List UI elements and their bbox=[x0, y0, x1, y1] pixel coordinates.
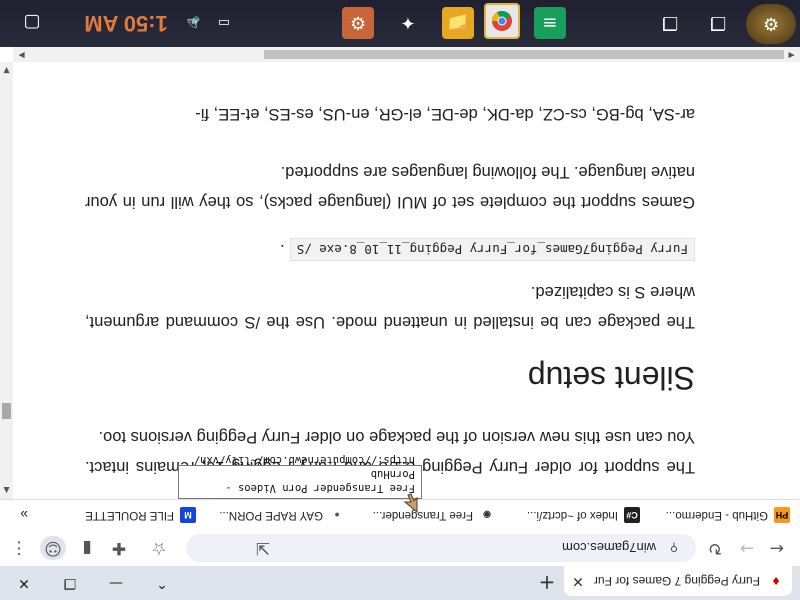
minimize-button[interactable]: — bbox=[93, 566, 139, 600]
code-snippet: Furry Pegging7Games_for_Furry Pegging_11… bbox=[289, 238, 695, 261]
extensions-icon[interactable]: ✚ bbox=[106, 536, 132, 560]
csharp-icon: C# bbox=[624, 507, 640, 523]
tab-search-icon[interactable]: ⇲ bbox=[256, 538, 270, 558]
paragraph-mui: Games support the complete set of MUI (l… bbox=[85, 163, 695, 211]
vertical-scroll-thumb[interactable] bbox=[2, 403, 11, 419]
screen: ♦ Furry Pegging 7 Games for Fur ✕ + ⌃ — … bbox=[0, 0, 800, 600]
battery-icon[interactable]: ▭ bbox=[208, 7, 240, 39]
close-window-button[interactable]: ✕ bbox=[1, 566, 47, 600]
bookmark-star-icon[interactable]: ☆ bbox=[146, 536, 172, 560]
bookmark-label: Free Transgender... bbox=[372, 509, 473, 521]
active-tab[interactable]: ♦ Furry Pegging 7 Games for Fur ✕ bbox=[564, 566, 792, 596]
bookmark-label: FILE ROULETTE bbox=[85, 509, 174, 521]
taskbar-clock[interactable]: 1:50 AM bbox=[76, 9, 176, 37]
pornhub-icon: PH bbox=[774, 507, 790, 523]
mouse-cursor-icon bbox=[403, 493, 418, 514]
new-tab-button[interactable]: + bbox=[534, 570, 560, 596]
reload-button[interactable]: ↻ bbox=[702, 536, 728, 560]
bookmark-label: GAY RAPE PORN... bbox=[219, 509, 323, 521]
app-window-icon[interactable]: ❐ bbox=[702, 7, 734, 39]
scroll-down-icon[interactable]: ▼ bbox=[0, 66, 13, 75]
restore-button[interactable]: ❐ bbox=[47, 566, 93, 600]
forward-button[interactable]: → bbox=[734, 536, 760, 560]
vertical-scrollbar[interactable]: ▲ ▼ bbox=[0, 62, 13, 499]
link-tooltip: Free Transgender Porn Videos - PornHub h… bbox=[178, 454, 422, 499]
back-button[interactable]: ← bbox=[764, 536, 790, 560]
chrome-icon[interactable] bbox=[484, 3, 520, 39]
bookmark-file-roulette[interactable]: M FILE ROULETTE bbox=[85, 505, 196, 525]
navigation-toolbar: ← → ↻ ⚲ ⇲ ☆ ✚ ▮ ☺ ⋮ bbox=[0, 530, 800, 566]
section-heading: Silent setup bbox=[527, 360, 695, 396]
scroll-left-icon[interactable]: ◀ bbox=[785, 51, 798, 60]
site-info-icon[interactable]: ⚲ bbox=[666, 540, 682, 556]
tooltip-title: Free Transgender Porn Videos - PornHub bbox=[225, 468, 415, 494]
scroll-up-icon[interactable]: ▲ bbox=[0, 486, 13, 495]
globe-icon: ● bbox=[334, 510, 340, 520]
tab-title: Furry Pegging 7 Games for Fur bbox=[593, 574, 760, 588]
chat-app-icon[interactable]: ≡ bbox=[534, 7, 566, 39]
horizontal-scrollbar[interactable]: ◀ ▶ bbox=[13, 47, 800, 62]
menu-icon[interactable]: ⋮ bbox=[6, 536, 32, 560]
code-suffix: . bbox=[279, 241, 285, 259]
bookmark-label: GitHub - Endermo... bbox=[665, 509, 768, 521]
site-icon: ◉ bbox=[483, 510, 491, 521]
code-line: Furry Pegging7Games_for_Furry Pegging_11… bbox=[85, 235, 695, 265]
start-button[interactable]: ⚙ bbox=[746, 4, 796, 44]
tooltip-url: https://computernewb.com/~lily/vxh/ bbox=[193, 454, 415, 466]
volume-icon[interactable]: 🔈 bbox=[176, 7, 208, 39]
sidebar-icon[interactable]: ▮ bbox=[74, 536, 100, 560]
bookmark-free-transgender[interactable]: ◉ Free Transgender... bbox=[373, 505, 495, 525]
scroll-right-icon[interactable]: ▶ bbox=[15, 51, 28, 60]
chrome-logo-icon bbox=[491, 10, 512, 31]
page-content: The support for older Furry Pegging 8.1/… bbox=[13, 62, 800, 499]
bookmark-github[interactable]: PH GitHub - Endermo... bbox=[666, 505, 790, 525]
article: The support for older Furry Pegging 8.1/… bbox=[85, 99, 695, 482]
tab-close-icon[interactable]: ✕ bbox=[568, 573, 588, 589]
url-input[interactable] bbox=[294, 539, 658, 557]
file-explorer-icon[interactable]: 📁 bbox=[442, 7, 474, 39]
settings-gear-icon[interactable]: ⚙ bbox=[342, 7, 374, 39]
bookmark-gay[interactable]: ● GAY RAPE PORN... bbox=[219, 505, 345, 525]
network-app-icon[interactable]: ✦ bbox=[392, 7, 424, 39]
tab-strip: ♦ Furry Pegging 7 Games for Fur ✕ + ⌃ — … bbox=[0, 566, 800, 600]
taskbar: ⚙ ❐ ❐ ≡ 📁 ✦ ⚙ ▭ 🔈 1:50 AM ▢ bbox=[0, 0, 800, 47]
paragraph-languages: ar-SA, bg-BG, cs-CZ, da-DK, de-DE, el-GR… bbox=[195, 105, 695, 123]
collapse-tabs-button[interactable]: ⌃ bbox=[139, 566, 185, 600]
horizontal-scroll-thumb[interactable] bbox=[264, 50, 784, 59]
paragraph-silent: The package can be installed in unattend… bbox=[85, 283, 695, 331]
address-bar[interactable]: ⚲ ⇲ bbox=[186, 534, 696, 562]
tab-favicon-icon: ♦ bbox=[768, 573, 784, 589]
bookmark-index[interactable]: C# Index of ~dcrtz/i... bbox=[527, 505, 640, 525]
show-desktop-icon[interactable]: ▢ bbox=[16, 7, 48, 39]
bookmarks-overflow-button[interactable]: » bbox=[20, 505, 28, 525]
file-roulette-icon: M bbox=[180, 507, 196, 523]
bookmark-label: Index of ~dcrtz/i... bbox=[526, 509, 618, 521]
profile-avatar[interactable]: ☺ bbox=[40, 536, 66, 560]
app-window-icon[interactable]: ❐ bbox=[654, 7, 686, 39]
